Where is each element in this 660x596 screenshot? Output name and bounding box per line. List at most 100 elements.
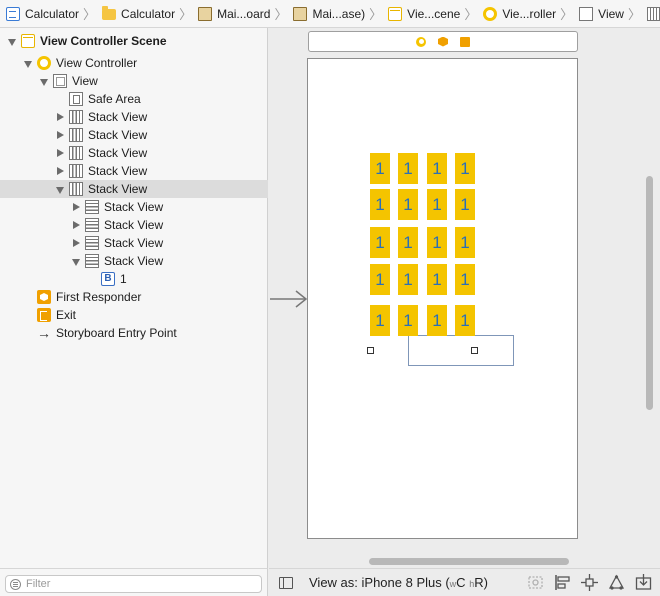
document-outline: View Controller Scene View Controller View…: [0, 28, 268, 568]
outline-label: Stack View: [104, 218, 164, 232]
disclosure-expanded-icon[interactable]: [72, 257, 81, 266]
breadcrumb-label: Vie...cene: [407, 6, 461, 21]
breadcrumb-item[interactable]: Mai...oard: [198, 6, 270, 21]
outline-row[interactable]: Exit: [0, 306, 268, 324]
disclosure-collapsed-icon[interactable]: [56, 166, 65, 176]
disclosure-collapsed-icon[interactable]: [56, 130, 65, 140]
filter-field[interactable]: [5, 575, 262, 593]
calculator-button[interactable]: 1: [455, 153, 475, 184]
breadcrumb-item[interactable]: Mai...ase): [293, 6, 365, 21]
calculator-button[interactable]: 1: [398, 305, 418, 336]
outline-row[interactable]: Safe Area: [0, 90, 268, 108]
view-as-button[interactable]: View as: iPhone 8 Plus (wC hR): [309, 575, 488, 590]
storyboard-file-icon: [293, 6, 308, 21]
outline-row[interactable]: Stack View: [0, 126, 268, 144]
canvas-bottom-bar: View as: iPhone 8 Plus (wC hR): [269, 568, 660, 596]
outline-row[interactable]: Stack View: [0, 108, 268, 126]
outline-row[interactable]: Stack View: [0, 198, 268, 216]
calculator-button[interactable]: 1: [370, 264, 390, 295]
horizontal-scrollbar[interactable]: [369, 558, 569, 565]
outline-row[interactable]: Stack View: [0, 252, 268, 270]
calculator-button[interactable]: 1: [455, 189, 475, 220]
outline-row[interactable]: Stack View: [0, 162, 268, 180]
calculator-button[interactable]: 1: [427, 305, 447, 336]
calculator-button[interactable]: 1: [398, 264, 418, 295]
calculator-button[interactable]: 1: [370, 305, 390, 336]
calculator-button[interactable]: 1: [427, 227, 447, 258]
first-responder-icon[interactable]: [438, 36, 448, 47]
breadcrumb-item[interactable]: Calculator: [6, 6, 79, 21]
breadcrumb-item[interactable]: Vie...cene: [388, 6, 461, 21]
breadcrumb-item[interactable]: Stack View: [646, 6, 660, 21]
outline-row[interactable]: Stack View: [0, 216, 268, 234]
device-frame[interactable]: 11111111111111111111: [307, 58, 578, 539]
calculator-button[interactable]: 1: [398, 227, 418, 258]
breadcrumb-item[interactable]: View: [579, 6, 624, 21]
disclosure-collapsed-icon[interactable]: [72, 238, 81, 248]
calculator-button[interactable]: 1: [455, 227, 475, 258]
filter-input[interactable]: [26, 578, 246, 590]
disclosure-collapsed-icon[interactable]: [72, 202, 81, 212]
resolve-autolayout-icon[interactable]: [608, 574, 625, 591]
embed-in-stack-icon[interactable]: [527, 574, 544, 591]
exit-icon[interactable]: [460, 36, 470, 47]
vertical-stack-icon: [85, 218, 99, 232]
scene-icon: [21, 34, 35, 48]
view-icon: [579, 6, 594, 21]
outline-label: 1: [120, 272, 127, 286]
disclosure-expanded-icon[interactable]: [40, 77, 49, 86]
outline-row[interactable]: Stack View: [0, 180, 268, 198]
calculator-button[interactable]: 1: [427, 153, 447, 184]
outline-row[interactable]: View Controller Scene: [0, 32, 268, 50]
disclosure-collapsed-icon[interactable]: [56, 112, 65, 122]
selected-stack-view[interactable]: [408, 335, 514, 366]
breadcrumb-item[interactable]: Vie...roller: [483, 6, 556, 21]
outline-row[interactable]: Stack View: [0, 234, 268, 252]
calculator-button[interactable]: 1: [398, 153, 418, 184]
vertical-scrollbar[interactable]: [646, 176, 653, 410]
outline-label: View Controller: [56, 56, 138, 70]
calculator-button[interactable]: 1: [370, 227, 390, 258]
embed-in-icon[interactable]: [635, 574, 652, 591]
resize-handle-right[interactable]: [471, 347, 478, 354]
breadcrumb-label: View: [598, 6, 624, 21]
calculator-button[interactable]: 1: [427, 264, 447, 295]
entry-point-arrow-icon[interactable]: [269, 290, 309, 308]
view-controller-icon[interactable]: [416, 36, 426, 47]
canvas-tools: [527, 574, 652, 591]
chevron-right-icon: 〉: [274, 7, 288, 22]
scene-dock[interactable]: [308, 31, 578, 52]
outline-label: Stack View: [104, 254, 164, 268]
resize-handle-left[interactable]: [367, 347, 374, 354]
calculator-button[interactable]: 1: [370, 153, 390, 184]
calculator-button[interactable]: 1: [398, 189, 418, 220]
disclosure-expanded-icon[interactable]: [24, 59, 33, 68]
outline-row[interactable]: View: [0, 72, 268, 90]
calculator-button[interactable]: 1: [455, 264, 475, 295]
disclosure-collapsed-icon[interactable]: [56, 148, 65, 158]
outline-row[interactable]: First Responder: [0, 288, 268, 306]
outline-label: Storyboard Entry Point: [56, 326, 177, 340]
disclosure-expanded-icon[interactable]: [8, 37, 17, 46]
outline-row[interactable]: B1: [0, 270, 268, 288]
outline-row[interactable]: → Storyboard Entry Point: [0, 324, 268, 342]
horizontal-stack-icon: [69, 164, 83, 178]
outline-row[interactable]: Stack View: [0, 144, 268, 162]
storyboard-canvas[interactable]: 11111111111111111111: [269, 28, 660, 568]
add-constraints-icon[interactable]: [581, 574, 598, 591]
outline-row[interactable]: View Controller: [0, 54, 268, 72]
calculator-button[interactable]: 1: [427, 189, 447, 220]
disclosure-collapsed-icon[interactable]: [72, 220, 81, 230]
vertical-stack-icon: [85, 236, 99, 250]
align-icon[interactable]: [554, 574, 571, 591]
calculator-button[interactable]: 1: [370, 189, 390, 220]
outline-toggle-icon[interactable]: [279, 576, 293, 589]
breadcrumb-item[interactable]: Calculator: [102, 6, 175, 21]
calculator-button[interactable]: 1: [455, 305, 475, 336]
outline-label: Stack View: [88, 182, 148, 196]
disclosure-expanded-icon[interactable]: [56, 185, 65, 194]
